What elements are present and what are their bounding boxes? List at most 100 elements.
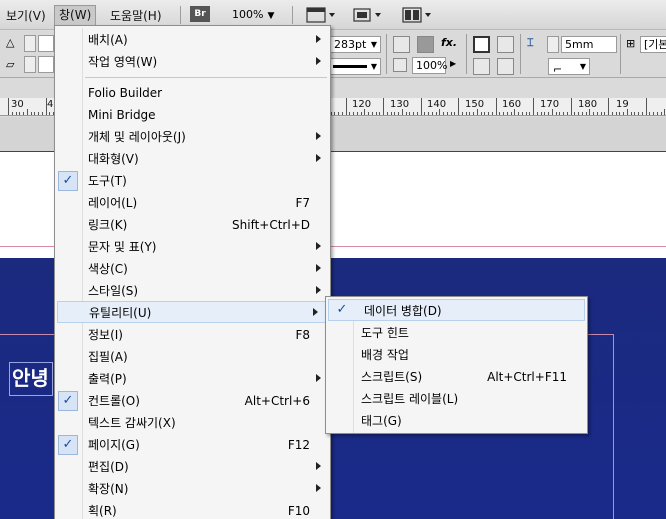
menu-item-정보[interactable]: 정보(I) F8 <box>55 324 330 346</box>
menu-item-작업-영역[interactable]: 작업 영역(W) <box>55 51 330 73</box>
menu-item-집필[interactable]: 집필(A) <box>55 346 330 368</box>
align-text-icon[interactable] <box>473 36 490 53</box>
ruler-tick <box>15 112 17 115</box>
scale-value: 100% <box>416 59 448 72</box>
ruler-tick <box>653 112 654 115</box>
submenu-item-데이터-병합[interactable]: ✓ 데이터 병합(D) <box>328 299 585 321</box>
submenu-item-배경-작업[interactable]: 배경 작업 <box>326 344 587 366</box>
spinner-down[interactable] <box>24 56 36 73</box>
bridge-icon[interactable]: Br <box>190 6 210 22</box>
menu-view[interactable]: 보기(V) <box>2 6 50 26</box>
menu-item-텍스트-감싸기[interactable]: 텍스트 감싸기(X) <box>55 412 330 434</box>
ruler-tick <box>559 112 561 115</box>
ruler-tick <box>566 112 568 115</box>
text-columns-icon[interactable] <box>497 36 514 53</box>
arrange-documents-icon[interactable] <box>402 7 432 23</box>
ruler-tick <box>645 98 647 115</box>
menu-item-도구[interactable]: ✓ 도구(T) <box>55 170 330 192</box>
menu-item-label: 컨트롤(O) <box>88 394 140 408</box>
menu-item-확장[interactable]: 확장(N) <box>55 478 330 500</box>
submenu-item-label: 태그(G) <box>361 414 402 428</box>
menu-item-편집[interactable]: 편집(D) <box>55 456 330 478</box>
ruler-label: 30 <box>11 99 24 110</box>
menu-item-개체-및-레이아웃[interactable]: 개체 및 레이아웃(J) <box>55 126 330 148</box>
menu-item-출력[interactable]: 출력(P) <box>55 368 330 390</box>
ruler-tick <box>611 112 613 115</box>
baseline-grid-icon[interactable] <box>497 58 514 75</box>
menu-item-문자-및-표[interactable]: 문자 및 표(Y) <box>55 236 330 258</box>
ruler-tick <box>476 109 478 115</box>
stroke-weight-field[interactable]: ▼ <box>331 58 381 75</box>
vertical-align-icon[interactable] <box>473 58 490 75</box>
menu-item-대화형[interactable]: 대화형(V) <box>55 148 330 170</box>
ruler-tick <box>480 112 482 115</box>
menu-item-레이어[interactable]: 레이어(L) F7 <box>55 192 330 214</box>
menu-item-스타일[interactable]: 스타일(S) <box>55 280 330 302</box>
zoom-level[interactable]: 100% ▼ <box>232 8 274 21</box>
ruler-tick <box>409 112 411 115</box>
ruler-tick <box>368 112 369 115</box>
ruler-tick <box>649 112 651 115</box>
ruler-tick <box>630 112 632 115</box>
frame-fit-icon[interactable] <box>393 36 410 53</box>
font-size-field[interactable]: 283pt ▼ <box>331 36 381 53</box>
view-options-icon[interactable] <box>306 7 336 23</box>
checkmark-icon: ✓ <box>58 391 78 411</box>
eraser-icon: ▱ <box>6 58 15 71</box>
menu-item-mini-bridge[interactable]: Mini Bridge <box>55 104 330 126</box>
width-field[interactable]: 5mm <box>561 36 617 53</box>
menu-window[interactable]: 창(W) <box>54 5 97 25</box>
panel-divider <box>620 34 621 74</box>
menu-item-shortcut: F8 <box>295 328 310 342</box>
menu-item-페이지[interactable]: ✓ 페이지(G) F12 <box>55 434 330 456</box>
shadow-effect-icon[interactable] <box>417 36 434 53</box>
menu-item-label: 배치(A) <box>88 33 128 47</box>
scale-icon[interactable] <box>393 58 407 72</box>
ruler-tick <box>34 112 36 115</box>
field-top[interactable] <box>38 35 54 52</box>
ruler-tick <box>30 112 32 115</box>
menu-item-label: 출력(P) <box>88 372 127 386</box>
ruler-tick <box>525 112 527 115</box>
submenu-item-태그[interactable]: 태그(G) <box>326 410 587 432</box>
menu-item-컨트롤[interactable]: ✓ 컨트롤(O) Alt+Ctrl+6 <box>55 390 330 412</box>
ruler-tick <box>353 112 354 115</box>
text-frame[interactable]: 안녕 <box>9 362 53 396</box>
spinner-up[interactable] <box>24 35 36 52</box>
ruler-tick <box>338 112 339 115</box>
menu-item-label: 스타일(S) <box>88 284 139 298</box>
menu-item-label: 집필(A) <box>88 350 128 364</box>
ruler-tick <box>375 112 377 115</box>
ruler-tick <box>600 112 602 115</box>
ruler-tick <box>390 112 392 115</box>
corner-shape-select[interactable]: ⌐ ▼ <box>548 58 590 76</box>
ruler-tick <box>424 112 426 115</box>
menu-item-배치[interactable]: 배치(A) <box>55 29 330 51</box>
menu-item-획[interactable]: 획(R) F10 <box>55 500 330 519</box>
menu-help[interactable]: 도움말(H) <box>106 6 166 26</box>
chevron-down-icon: ▼ <box>370 62 377 71</box>
ruler-tick <box>495 98 497 115</box>
ruler-label: 180 <box>578 99 598 110</box>
panel-divider <box>386 34 387 74</box>
ruler-tick <box>529 112 531 115</box>
submenu-item-스크립트-레이블[interactable]: 스크립트 레이블(L) <box>326 388 587 410</box>
scale-field[interactable]: 100% <box>412 57 448 74</box>
ruler-tick <box>488 112 489 115</box>
field-bottom[interactable] <box>38 56 54 73</box>
menu-item-색상[interactable]: 색상(C) <box>55 258 330 280</box>
submenu-item-도구-힌트[interactable]: 도구 힌트 <box>326 322 587 344</box>
object-style-field[interactable]: [기본 <box>640 36 666 53</box>
submenu-item-스크립트[interactable]: 스크립트(S) Alt+Ctrl+F11 <box>326 366 587 388</box>
menu-item-링크[interactable]: 링크(K) Shift+Ctrl+D <box>55 214 330 236</box>
checkmark-icon: ✓ <box>336 302 348 317</box>
fx-icon[interactable]: fx. <box>441 36 457 49</box>
triangle-shape-icon: △ <box>6 36 15 49</box>
screen-mode-icon[interactable] <box>352 7 382 23</box>
ruler-tick <box>38 112 39 115</box>
spinner[interactable] <box>547 36 559 53</box>
margin-guide <box>613 334 614 519</box>
menu-item-유틸리티[interactable]: 유틸리티(U) <box>57 301 328 323</box>
menu-item-folio-builder[interactable]: Folio Builder <box>55 82 330 104</box>
menu-item-label: 색상(C) <box>88 262 128 276</box>
